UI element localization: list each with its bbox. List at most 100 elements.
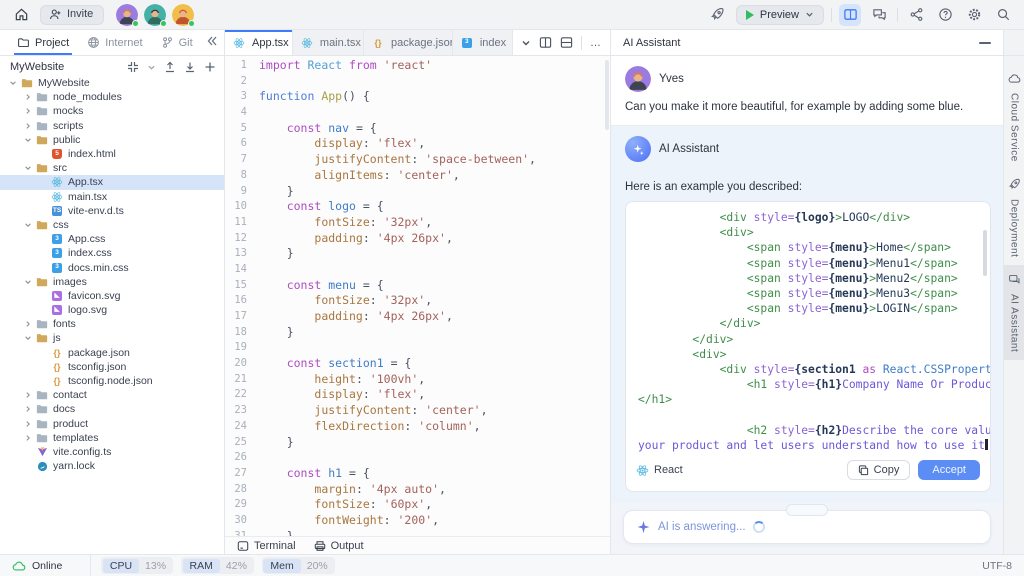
- output-tab[interactable]: Output: [314, 540, 364, 552]
- chevron-right-icon[interactable]: [21, 391, 35, 399]
- share-icon[interactable]: [905, 4, 927, 26]
- download-icon[interactable]: [184, 61, 196, 73]
- tree-folder-mywebsite[interactable]: MyWebsite: [0, 76, 224, 90]
- tree-file-docs-min-css[interactable]: 3docs.min.css: [0, 260, 224, 274]
- chevron-down-icon[interactable]: [21, 221, 35, 229]
- invite-button[interactable]: Invite: [40, 5, 104, 25]
- code-scrollbar[interactable]: [983, 230, 987, 276]
- drag-handle[interactable]: [786, 504, 828, 516]
- upload-icon[interactable]: [164, 61, 176, 73]
- chevron-down-icon[interactable]: [147, 63, 156, 72]
- ai-answering-text: AI is answering...: [658, 521, 746, 533]
- editor-tab-package-json[interactable]: {}package.json×: [364, 30, 453, 55]
- html-file-icon: 5: [50, 149, 64, 159]
- home-icon[interactable]: [10, 4, 32, 26]
- tree-item-label: package.json: [68, 347, 130, 359]
- strip-tab-cloud-service[interactable]: Cloud Service: [1004, 64, 1024, 170]
- tree-file-logo-svg[interactable]: ◣logo.svg: [0, 303, 224, 317]
- strip-tab-ai-assistant[interactable]: AI Assistant: [1004, 265, 1024, 360]
- encoding-label[interactable]: UTF-8: [982, 560, 1012, 572]
- tree-folder-css[interactable]: css: [0, 218, 224, 232]
- collaborator-avatar[interactable]: [172, 4, 194, 26]
- tab-project[interactable]: Project: [8, 30, 78, 55]
- tree-folder-templates[interactable]: templates: [0, 431, 224, 445]
- chevron-down-icon[interactable]: [21, 278, 35, 286]
- tree-file-favicon-svg[interactable]: ◣favicon.svg: [0, 289, 224, 303]
- settings-gear-icon[interactable]: [963, 4, 985, 26]
- tree-file-vite-env-d-ts[interactable]: TSvite-env.d.ts: [0, 204, 224, 218]
- tree-folder-images[interactable]: images: [0, 275, 224, 289]
- split-vertical-icon[interactable]: [539, 36, 552, 49]
- tree-folder-scripts[interactable]: scripts: [0, 119, 224, 133]
- minimize-icon[interactable]: [979, 42, 991, 44]
- more-options-icon[interactable]: …: [590, 37, 602, 49]
- editor-tab-app-tsx[interactable]: App.tsx×: [225, 30, 293, 55]
- tree-folder-product[interactable]: product: [0, 417, 224, 431]
- editor-tab-main-tsx[interactable]: main.tsx×: [293, 30, 364, 55]
- tree-file-package-json[interactable]: {}package.json: [0, 346, 224, 360]
- collapse-sidebar-icon[interactable]: [206, 35, 218, 50]
- tree-file-main-tsx[interactable]: main.tsx: [0, 190, 224, 204]
- tree-folder-mocks[interactable]: mocks: [0, 104, 224, 118]
- tab-internet[interactable]: Internet: [78, 30, 151, 55]
- tree-file-index-html[interactable]: 5index.html: [0, 147, 224, 161]
- online-status: Online: [12, 555, 91, 576]
- strip-tab-deployment[interactable]: Deployment: [1004, 170, 1024, 265]
- cloud-online-icon: [12, 559, 26, 573]
- tab-git[interactable]: Git: [152, 30, 202, 55]
- tree-file-index-css[interactable]: 3index.css: [0, 246, 224, 260]
- tree-folder-fonts[interactable]: fonts: [0, 317, 224, 331]
- folder-icon: [35, 418, 49, 430]
- chevron-down-icon: [805, 10, 814, 19]
- sidebar-tabs: Project Internet Git: [0, 30, 225, 55]
- code-line: 4: [225, 105, 610, 121]
- collaborator-avatar[interactable]: [144, 4, 166, 26]
- suggested-code-line: <div>: [638, 347, 978, 362]
- terminal-tab-label: Terminal: [254, 540, 296, 552]
- tree-file-tsconfig-node-json[interactable]: {}tsconfig.node.json: [0, 374, 224, 388]
- suggested-code-line: <div style={section1 as React.CSSPropert…: [638, 362, 978, 377]
- preview-button[interactable]: Preview: [736, 5, 824, 25]
- split-horizontal-icon[interactable]: [560, 36, 573, 49]
- tree-folder-node_modules[interactable]: node_modules: [0, 90, 224, 104]
- help-icon[interactable]: [934, 4, 956, 26]
- typescript-file-icon: TS: [50, 206, 64, 216]
- chevron-down-icon[interactable]: [6, 79, 20, 87]
- tab-list-chevron-icon[interactable]: [521, 38, 531, 48]
- suggested-code-line: <span style={menu}>Menu1</span>: [638, 256, 978, 271]
- tree-file-yarn-lock[interactable]: yarn.lock: [0, 459, 224, 473]
- terminal-tab[interactable]: Terminal: [237, 540, 296, 552]
- code-panel-icon[interactable]: [839, 4, 861, 26]
- chevron-right-icon[interactable]: [21, 434, 35, 442]
- collapse-all-icon[interactable]: [127, 61, 139, 73]
- suggested-code-line: </h1>: [638, 392, 978, 407]
- tree-file-app-tsx[interactable]: App.tsx: [0, 175, 224, 189]
- copy-button[interactable]: Copy: [847, 460, 911, 480]
- tree-folder-src[interactable]: src: [0, 161, 224, 175]
- chevron-down-icon[interactable]: [21, 136, 35, 144]
- metric-label: Mem: [263, 559, 300, 573]
- chevron-right-icon[interactable]: [21, 107, 35, 115]
- chevron-right-icon[interactable]: [21, 320, 35, 328]
- tree-folder-docs[interactable]: docs: [0, 402, 224, 416]
- tree-file-tsconfig-json[interactable]: {}tsconfig.json: [0, 360, 224, 374]
- code-editor[interactable]: 1import React from 'react'23function App…: [225, 56, 610, 536]
- chevron-right-icon[interactable]: [21, 420, 35, 428]
- collaborator-avatar[interactable]: [116, 4, 138, 26]
- add-file-icon[interactable]: [204, 61, 216, 73]
- tree-folder-public[interactable]: public: [0, 133, 224, 147]
- chevron-down-icon[interactable]: [21, 164, 35, 172]
- tree-folder-js[interactable]: js: [0, 331, 224, 345]
- tree-folder-contact[interactable]: contact: [0, 388, 224, 402]
- tree-file-vite-config-ts[interactable]: vite.config.ts: [0, 445, 224, 459]
- chevron-right-icon[interactable]: [21, 122, 35, 130]
- rocket-icon[interactable]: [707, 4, 729, 26]
- search-icon[interactable]: [992, 4, 1014, 26]
- chat-icon[interactable]: [868, 4, 890, 26]
- chevron-right-icon[interactable]: [21, 405, 35, 413]
- tree-file-app-css[interactable]: 3App.css: [0, 232, 224, 246]
- editor-tab-index[interactable]: 3index×: [453, 30, 513, 55]
- chevron-down-icon[interactable]: [21, 334, 35, 342]
- accept-button[interactable]: Accept: [918, 460, 980, 480]
- chevron-right-icon[interactable]: [21, 93, 35, 101]
